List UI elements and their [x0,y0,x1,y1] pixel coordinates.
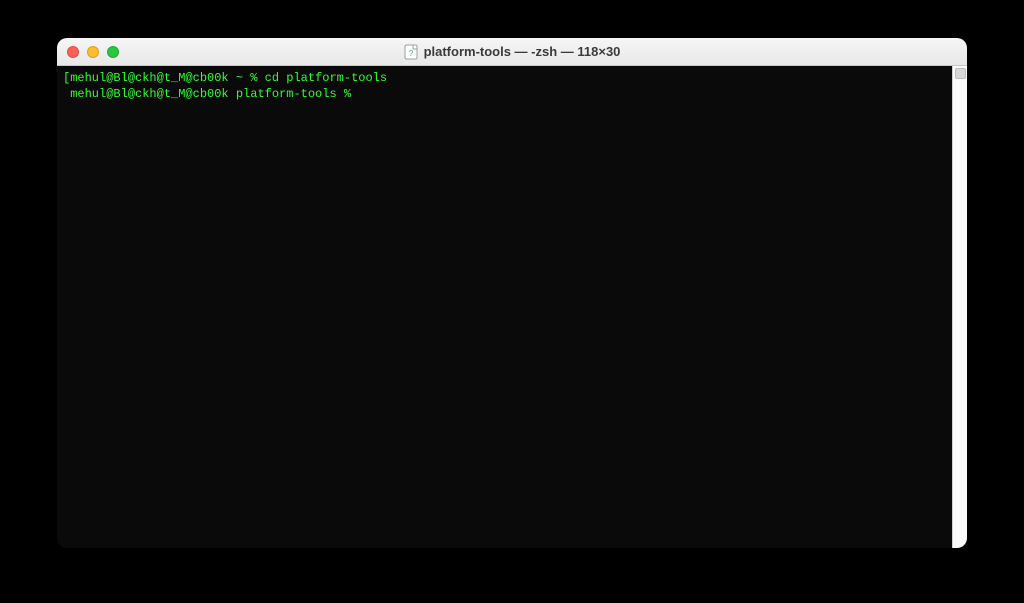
minimize-button[interactable] [87,46,99,58]
cursor [358,88,365,101]
prompt-userhost: mehul@Bl@ckh@t_M@cb00k [70,71,228,85]
command-text: cd platform-tools [265,71,387,85]
terminal-window: ? platform-tools — -zsh — 118×30 [mehul@… [57,38,967,548]
scrollbar[interactable] [952,66,967,548]
terminal-content[interactable]: [mehul@Bl@ckh@t_M@cb00k ~ % cd platform-… [57,66,952,548]
terminal-line: [mehul@Bl@ckh@t_M@cb00k ~ % cd platform-… [63,70,946,86]
prompt-sep: % [243,71,265,85]
prompt-cwd: ~ [236,71,243,85]
maximize-button[interactable] [107,46,119,58]
prompt-userhost: mehul@Bl@ckh@t_M@cb00k [70,87,228,101]
close-button[interactable] [67,46,79,58]
titlebar[interactable]: ? platform-tools — -zsh — 118×30 [57,38,967,66]
terminal-line: mehul@Bl@ckh@t_M@cb00k platform-tools % [63,86,946,102]
scrollbar-top-icon[interactable] [955,68,966,79]
prompt-sep: % [337,87,359,101]
title-wrap: ? platform-tools — -zsh — 118×30 [57,44,967,60]
traffic-lights [67,46,119,58]
window-title: platform-tools — -zsh — 118×30 [424,44,621,59]
svg-text:?: ? [408,49,413,58]
folder-icon: ? [404,44,418,60]
terminal-body: [mehul@Bl@ckh@t_M@cb00k ~ % cd platform-… [57,66,967,548]
prompt-cwd: platform-tools [236,87,337,101]
